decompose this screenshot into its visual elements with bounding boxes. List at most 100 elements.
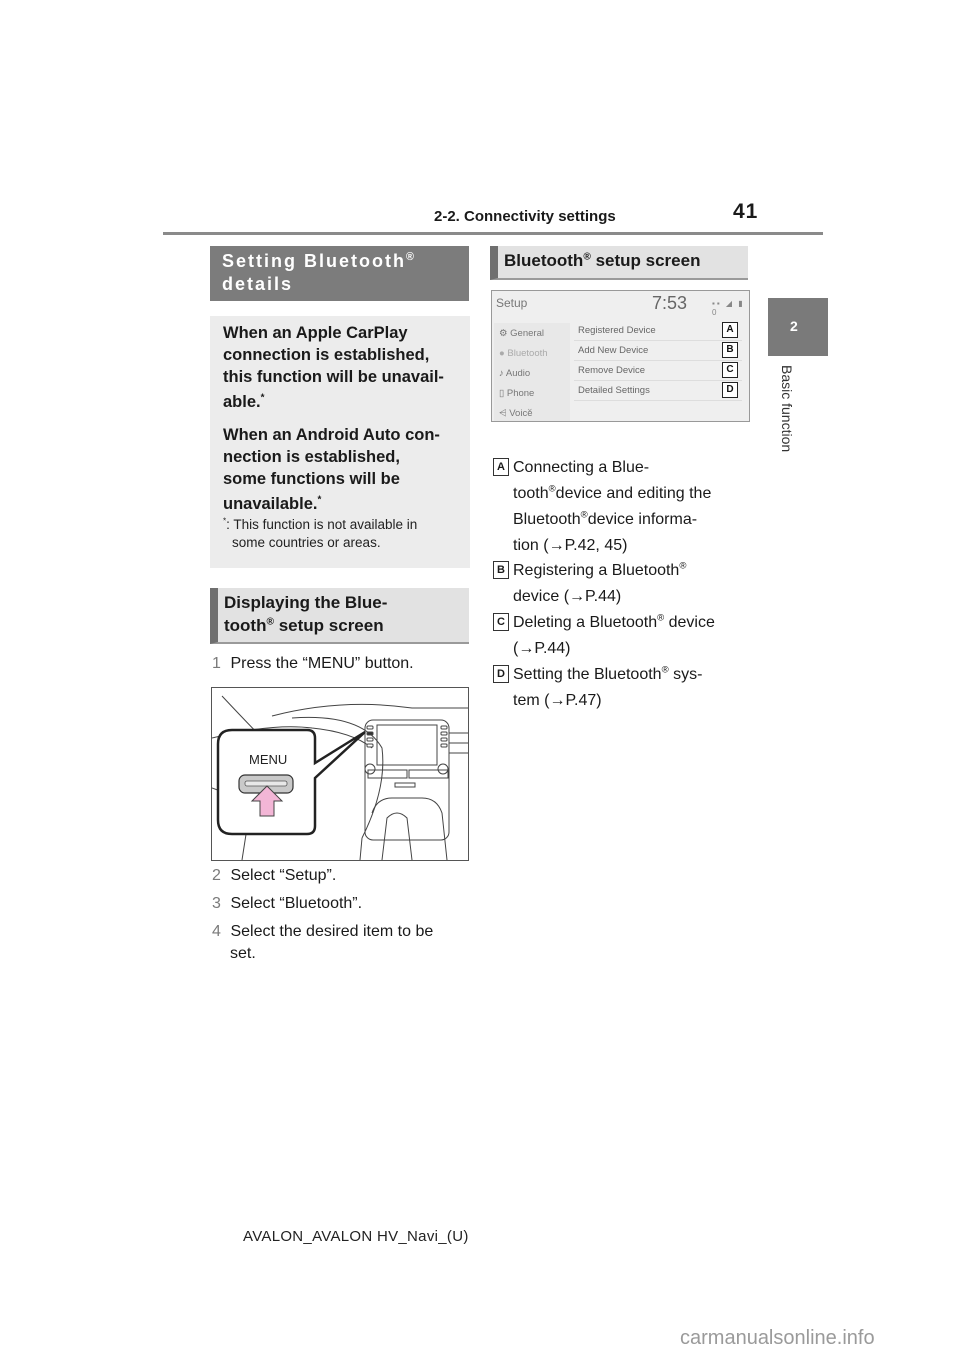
note-carplay: When an Apple CarPlay connection is esta… — [223, 322, 463, 416]
legend-text: tem (→P.47) — [513, 692, 602, 709]
footnote-line: : This function is not available in — [226, 517, 418, 532]
step-1: 1 Press the “MENU” button. — [212, 653, 414, 675]
legend-text: Registering a Bluetooth — [513, 562, 680, 579]
page-number: 41 — [733, 200, 759, 223]
heading-text: Displaying the Blue- — [224, 593, 388, 612]
callout-key: A — [722, 322, 738, 338]
step-text: set. — [230, 945, 256, 962]
legend-text: device informa- — [587, 511, 698, 528]
heading-text: Setting Bluetooth — [222, 251, 406, 271]
menu-item-phone[interactable]: ▯ Phone — [499, 388, 534, 399]
footnote: *: This function is not available in som… — [223, 516, 463, 552]
step-text: Press the “MENU” button. — [230, 655, 414, 672]
watermark[interactable]: carmanualsonline.info — [680, 1327, 875, 1350]
note-line: this function will be unavail- — [223, 368, 444, 386]
note-box: When an Apple CarPlay connection is esta… — [210, 316, 470, 568]
chapter-tab — [768, 298, 828, 356]
step-3: 3 Select “Bluetooth”. — [212, 893, 362, 915]
footnote-line: some countries or areas. — [232, 535, 381, 550]
note-line: When an Apple CarPlay — [223, 324, 408, 342]
menu-item-label: Phone — [506, 388, 535, 399]
legend-text: tion (→P.42, 45) — [513, 537, 628, 554]
heading-text: setup screen — [590, 251, 701, 270]
step-number: 2 — [212, 867, 221, 884]
heading-bluetooth-setup-screen: Bluetooth® setup screen — [490, 246, 748, 280]
note-line: some functions will be — [223, 470, 400, 488]
option-label: Registered Device — [578, 325, 656, 336]
heading-text: Bluetooth — [504, 251, 584, 270]
legend-text: device (→P.44) — [513, 588, 622, 605]
option-label: Remove Device — [578, 365, 646, 376]
legend-item-a: A Connecting a Blue- tooth ® device and ed… — [493, 455, 751, 559]
note-line: connection is established, — [223, 346, 430, 364]
option-remove-device[interactable]: Remove Device C — [574, 361, 742, 381]
option-label: Detailed Settings — [578, 385, 650, 396]
chapter-number: 2 — [790, 318, 798, 334]
chapter-label: Basic function — [773, 365, 795, 485]
registered-mark: ® — [661, 664, 669, 676]
registered-mark: ® — [266, 616, 274, 628]
legend-text: Deleting a Bluetooth — [513, 614, 658, 631]
bluetooth-icon: ● — [499, 348, 505, 359]
registered-mark: ® — [583, 251, 591, 263]
step-number: 4 — [212, 923, 221, 940]
registered-mark: ® — [679, 560, 687, 572]
legend-text: Bluetooth — [513, 511, 581, 528]
chevron-down-icon[interactable]: ⌄ — [526, 403, 534, 414]
phone-icon: ▯ — [499, 388, 505, 399]
dashboard-drawing: MENU — [212, 695, 468, 860]
note-line: able. — [223, 393, 261, 411]
note-line: nection is established, — [223, 448, 400, 466]
step-number: 1 — [212, 655, 221, 672]
heading-text: tooth — [224, 616, 267, 635]
footer-model: AVALON_AVALON HV_Navi_(U) — [243, 1228, 469, 1245]
legend-text: Setting the Bluetooth — [513, 666, 662, 683]
legend-text: tooth — [513, 485, 549, 502]
legend-text: (→P.44) — [513, 640, 571, 657]
status-icons: ▪▪ ◢ ▮ 0 — [712, 299, 745, 317]
callout-key: D — [722, 382, 738, 398]
menu-item-audio[interactable]: ♪ Audio — [499, 368, 530, 379]
heading-text: setup screen — [274, 616, 384, 635]
legend-key: C — [493, 613, 509, 631]
menu-item-bluetooth[interactable]: ● Bluetooth — [499, 348, 548, 359]
legend-text: Connecting a Blue- — [513, 459, 650, 476]
screen-title: Setup — [496, 296, 528, 310]
step-text: Select the desired item to be — [230, 923, 434, 940]
legend-item-c: C Deleting a Bluetooth® device (→P.44) — [493, 610, 751, 662]
menu-item-general[interactable]: ⚙ General — [499, 328, 544, 339]
step-text: Select “Setup”. — [230, 867, 337, 884]
voice-icon: ⩤ — [499, 408, 507, 419]
gear-icon: ⚙ — [499, 328, 508, 339]
step-2: 2 Select “Setup”. — [212, 865, 336, 887]
menu-button-illustration: MENU — [211, 687, 469, 861]
registered-mark: ® — [580, 509, 588, 521]
menu-item-label: General — [510, 328, 544, 339]
callout-key: B — [722, 342, 738, 358]
step-number: 3 — [212, 895, 221, 912]
section-title: 2-2. Connectivity settings — [434, 208, 616, 225]
menu-item-label: Bluetooth — [507, 348, 548, 359]
screen-clock: 7:53 — [652, 293, 688, 313]
heading-text-line2: details — [222, 274, 294, 294]
menu-label: MENU — [249, 752, 287, 767]
menu-item-label: Audio — [505, 368, 531, 379]
option-add-new-device[interactable]: Add New Device B — [574, 341, 742, 361]
legend-key: D — [493, 665, 509, 683]
chapter-label-text: Basic function — [779, 365, 795, 453]
header-divider — [163, 232, 823, 235]
legend-item-d: D Setting the Bluetooth® sys- tem (→P.47… — [493, 662, 751, 714]
legend-text: sys- — [668, 666, 703, 683]
bluetooth-setup-screenshot: Setup 7:53 ▪▪ ◢ ▮ 0 ⚙ General ● Bluetoot… — [491, 290, 750, 422]
step-4: 4 Select the desired item to be set. — [212, 921, 433, 965]
step-text: Select “Bluetooth”. — [230, 895, 363, 912]
heading-setting-bluetooth-details: Setting Bluetooth® details — [210, 246, 469, 301]
option-detailed-settings[interactable]: Detailed Settings D — [574, 381, 742, 401]
legend-text: device — [664, 614, 715, 631]
option-registered-device[interactable]: Registered Device A — [574, 321, 742, 341]
legend-key: B — [493, 561, 509, 579]
legend-text: device and editing the — [555, 485, 712, 502]
option-label: Add New Device — [578, 345, 649, 356]
legend-item-b: B Registering a Bluetooth® device (→P.44… — [493, 558, 751, 610]
legend-key: A — [493, 458, 509, 476]
